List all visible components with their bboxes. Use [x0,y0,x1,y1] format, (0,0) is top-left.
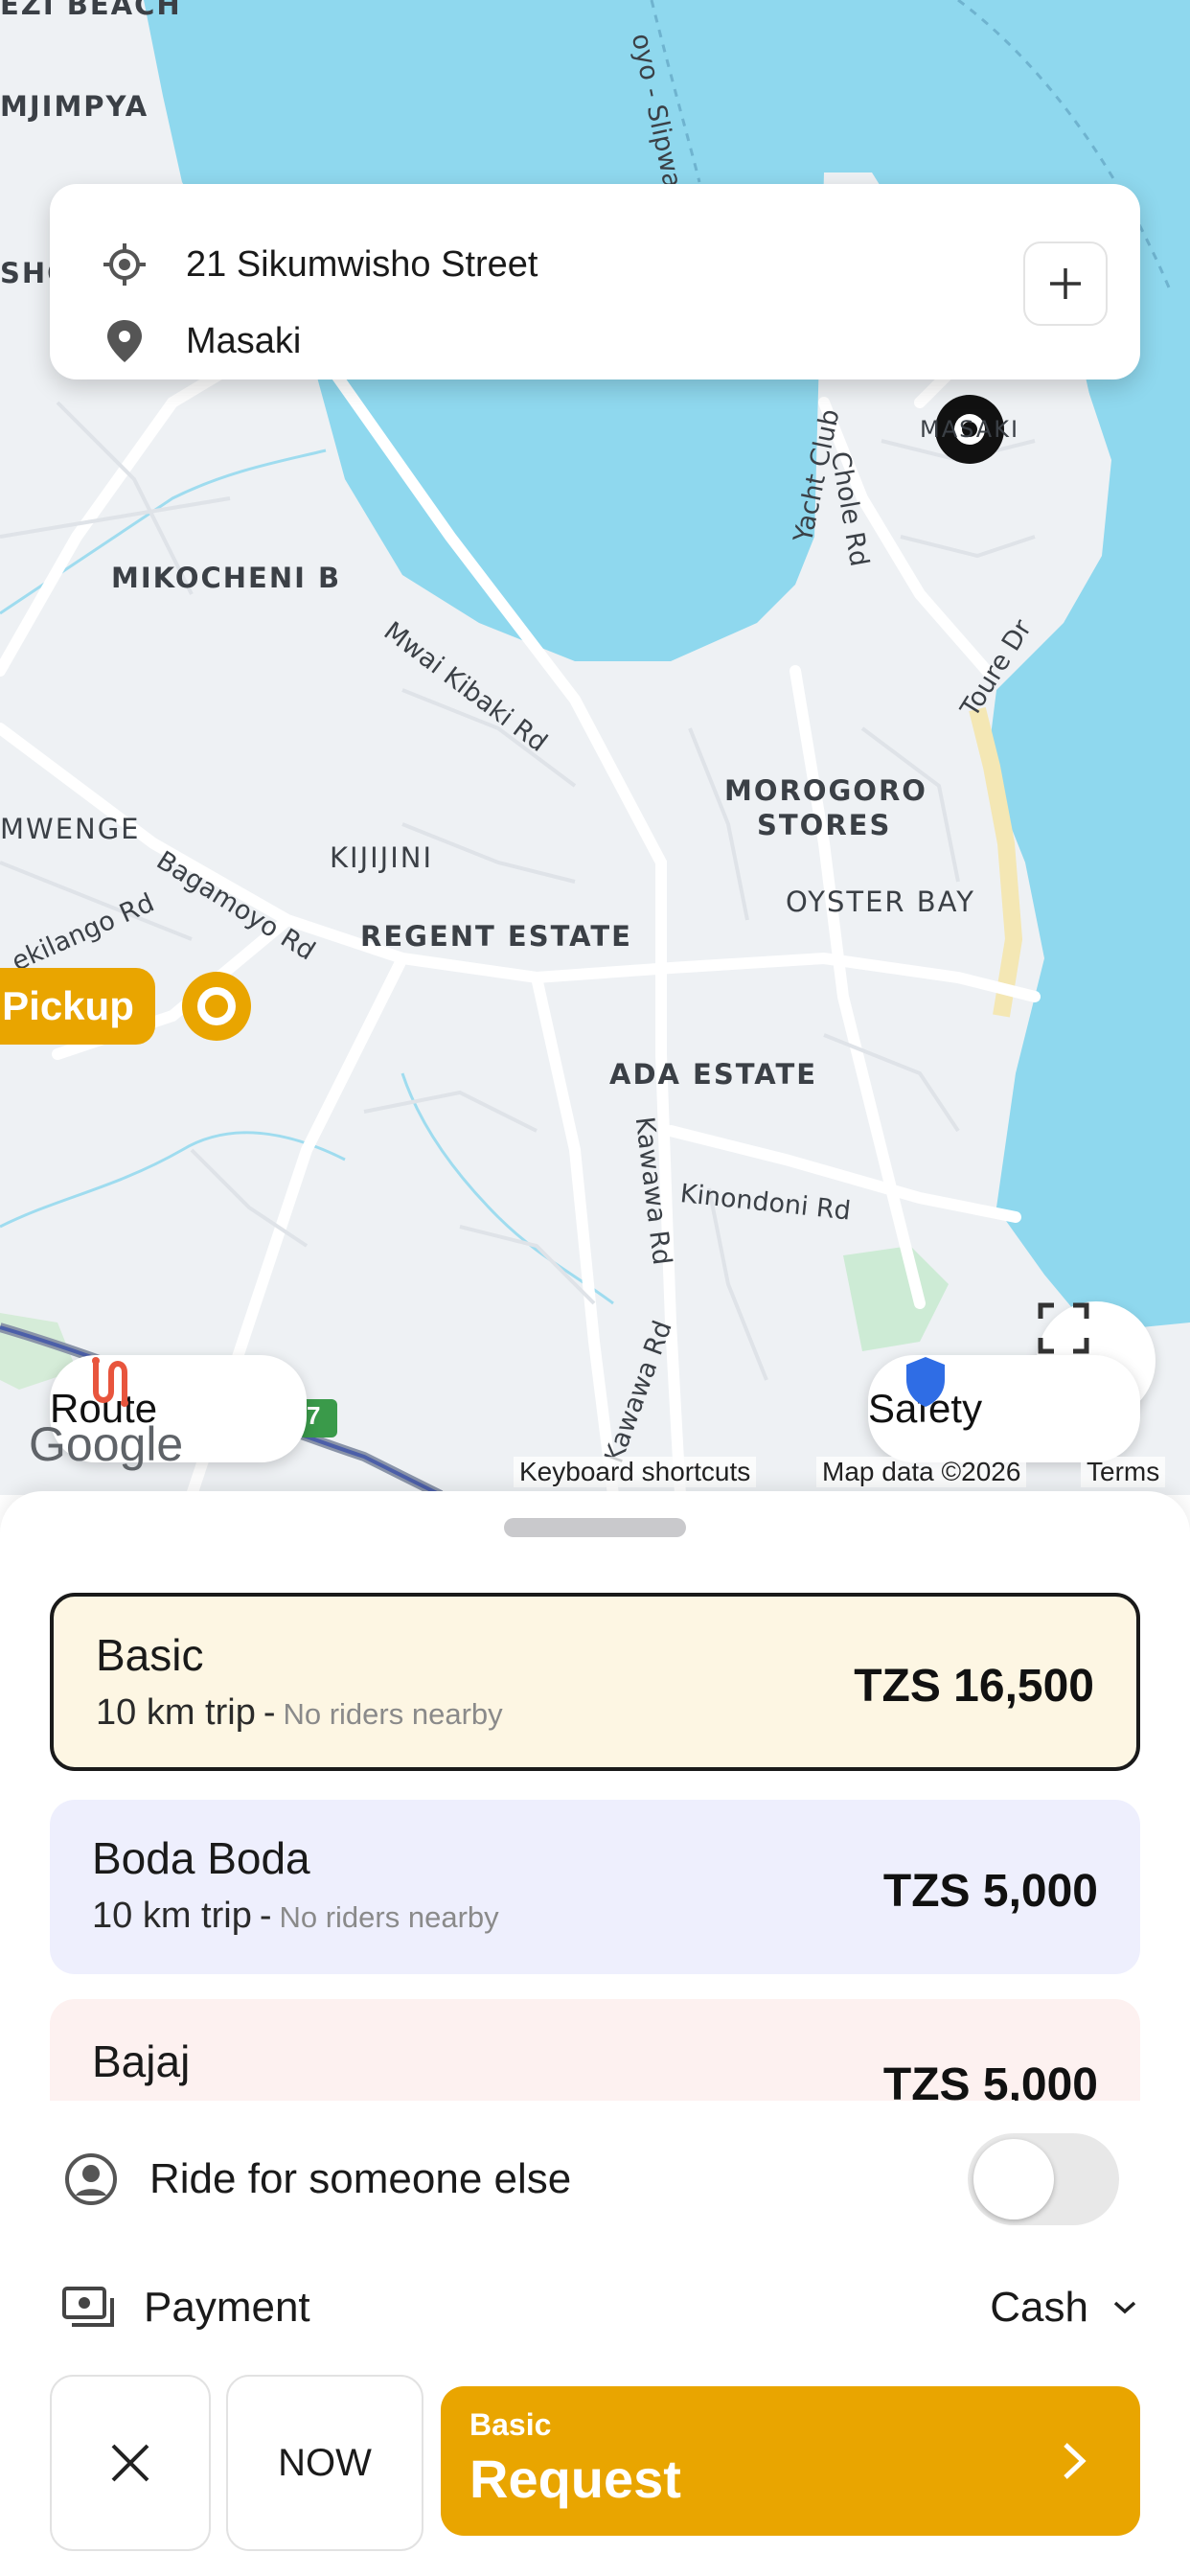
ride-option-basic[interactable]: Basic 10 km trip - No riders nearby TZS 16… [50,1593,1140,1771]
payment-value: Cash [990,2284,1088,2331]
ride-for-someone-else-toggle[interactable] [968,2133,1119,2225]
locate-icon [103,243,146,286]
ride-separator: - [263,1692,276,1733]
sheet-drag-handle[interactable] [504,1518,686,1537]
ride-option-boda-boda[interactable]: Boda Boda 10 km trip - No riders nearby TZ… [50,1800,1140,1974]
pickup-address: 21 Sikumwisho Street [186,243,538,285]
destination-address-row[interactable]: Masaki [50,303,301,380]
payment-label: Payment [144,2284,310,2331]
address-card: 21 Sikumwisho Street Masaki [50,184,1140,380]
area-label-masaki: MASAKI [920,416,1020,443]
shield-icon [906,1357,945,1407]
map-data-attribution: Map data ©2026 [816,1457,1027,1487]
request-label: Request [469,2449,681,2509]
user-circle-icon [65,2153,117,2205]
request-ride-type: Basic [469,2407,552,2442]
google-logo: Google [29,1417,184,1471]
payment-method-select[interactable]: Cash [990,2264,1140,2352]
toggle-knob [973,2139,1054,2220]
area-label-beach: EZI BEACH [0,0,182,21]
area-label-regent-estate: REGENT ESTATE [360,920,632,953]
request-button[interactable]: Basic Request [441,2386,1140,2536]
destination-address: Masaki [186,320,302,361]
area-label-mikocheni-b: MIKOCHENI B [111,562,342,594]
route-shield-label: 7 [307,1401,321,1430]
add-stop-button[interactable] [1023,242,1108,326]
payment-row[interactable]: Payment [50,2264,1140,2352]
ride-name: Basic [96,1630,204,1680]
expand-icon [1038,1302,1089,1354]
terms-link[interactable]: Terms [1081,1457,1166,1487]
ride-trip-info: 10 km trip - No riders nearby [96,1692,503,1734]
location-pin-icon [107,320,142,362]
ride-availability: No riders nearby [283,1697,503,1731]
pickup-tag[interactable]: Pickup [0,968,155,1045]
plus-icon [1050,268,1081,299]
payment-icon [62,2287,114,2327]
ride-price: TZS 16,500 [854,1661,1094,1712]
ride-list-clip: Bajaj TZS 5,000 [0,1999,1190,2101]
ride-separator: - [259,1896,272,1936]
area-label-mjimpya: MJIMPYA [0,90,149,123]
ride-for-someone-else-label: Ride for someone else [149,2155,572,2202]
area-label-mwenge: MWENGE [0,813,141,845]
ride-distance: 10 km trip [92,1896,252,1936]
ride-distance: 10 km trip [96,1692,256,1733]
chevron-right-icon [1064,2443,1087,2479]
area-label-oyster-bay: OYSTER BAY [786,886,975,918]
area-label-kijijini: KIJIJINI [330,841,434,874]
schedule-time-button[interactable]: NOW [226,2375,423,2551]
area-label-ada-estate: ADA ESTATE [609,1058,818,1091]
cancel-button[interactable] [50,2375,211,2551]
ride-name: Boda Boda [92,1833,310,1883]
safety-button[interactable]: Safety [868,1355,1140,1462]
pickup-address-row[interactable]: 21 Sikumwisho Street [50,226,538,303]
keyboard-shortcuts-link[interactable]: Keyboard shortcuts [514,1457,757,1487]
time-label: NOW [278,2441,372,2484]
chevron-down-icon [1113,2301,1136,2314]
ride-availability: No riders nearby [279,1900,499,1934]
ride-price: TZS 5,000 [882,2059,1098,2101]
ride-price: TZS 5,000 [882,1866,1098,1917]
close-icon [111,2444,149,2482]
ride-name: Bajaj [92,2036,191,2086]
ride-trip-info: 10 km trip - No riders nearby [92,1896,499,1937]
area-label-stores: STORES [757,809,892,841]
route-icon [92,1357,128,1407]
area-label-morogoro: MOROGORO [724,774,927,807]
ride-option-bajaj[interactable]: Bajaj TZS 5,000 [50,1999,1140,2101]
pickup-tag-label: Pickup [2,983,134,1028]
